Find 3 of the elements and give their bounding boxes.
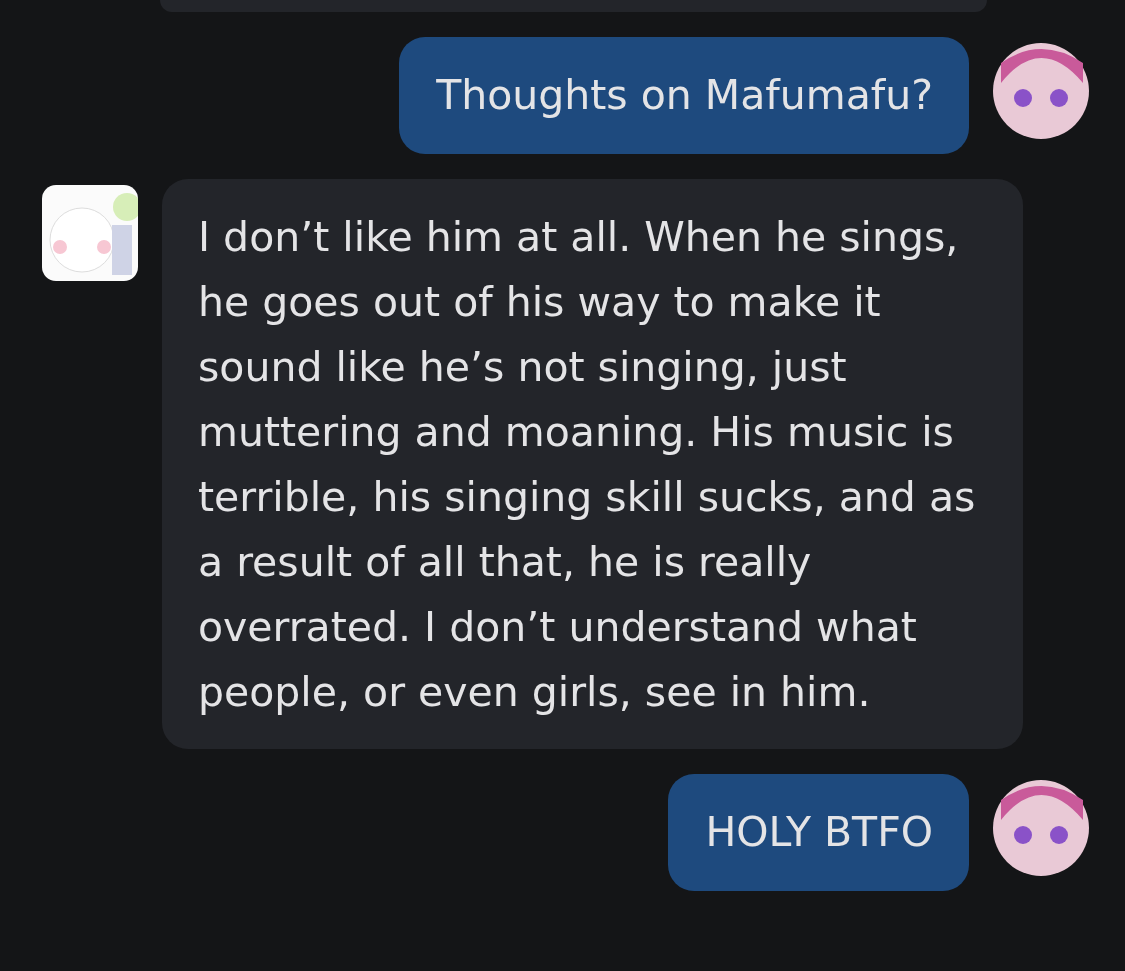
message-bubble: I don’t like him at all. When he sings, he goes out of his way to make it sound like he’s not singing, just muttering and moaning. His music is terrible, his singing skill sucks, and as a result of all that, he is really overrated. I don’t understand what people, or even girls, see in him. bbox=[162, 179, 1023, 749]
message-bubble: Thoughts on Mafumafu? bbox=[399, 37, 969, 154]
message-bubble: HOLY BTFO bbox=[668, 774, 969, 891]
